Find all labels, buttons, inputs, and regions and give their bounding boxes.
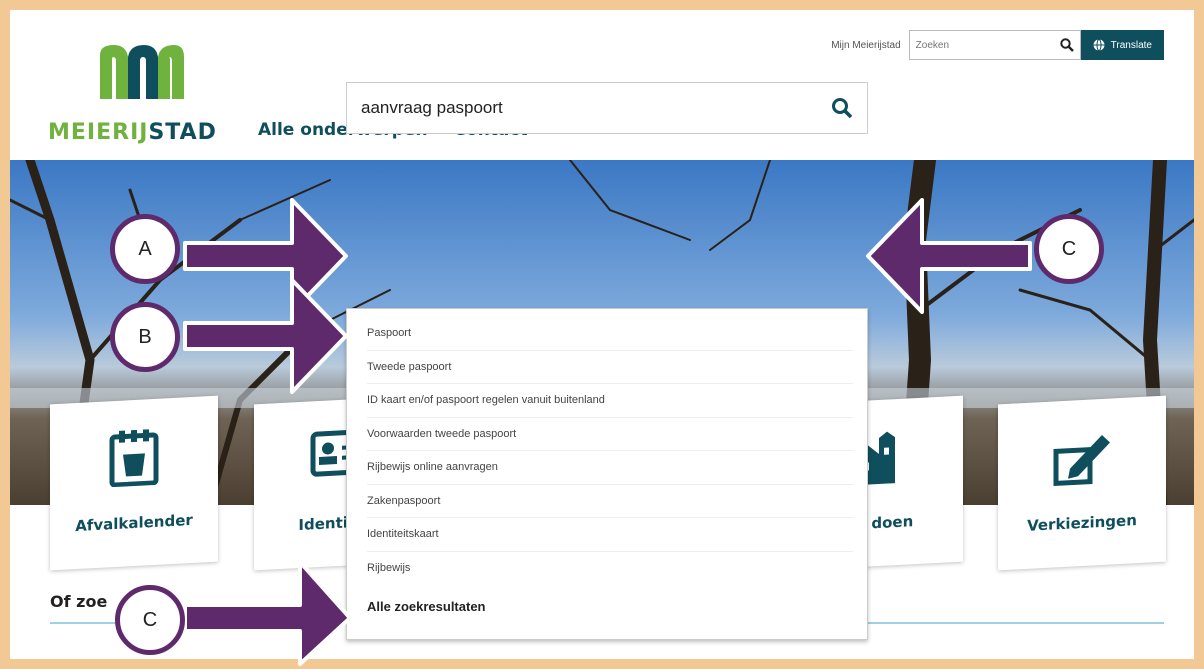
suggestion-item[interactable]: Rijbewijs online aanvragen: [367, 451, 853, 485]
suggestion-item[interactable]: Identiteitskaart: [367, 518, 853, 552]
globe-icon: [1093, 39, 1105, 51]
brand-part1: MEIERIJ: [48, 120, 149, 145]
suggestion-item[interactable]: Tweede paspoort: [367, 351, 853, 384]
suggestion-item[interactable]: Rijbewijs: [367, 552, 853, 586]
translate-label: Translate: [1110, 39, 1152, 51]
suggestion-item[interactable]: Zakenpaspoort: [367, 485, 853, 518]
suggestion-item[interactable]: Paspoort: [367, 317, 853, 351]
tile-afvalkalender[interactable]: Afvalkalender: [50, 395, 218, 571]
meierijstad-logo-icon[interactable]: [96, 41, 186, 101]
section-heading: Of zoe: [50, 592, 108, 611]
tile-label: Verkiezingen: [1027, 511, 1137, 535]
top-utility-bar: Mijn Meierijstad Translate: [831, 30, 1164, 60]
vote-pencil-icon: [1053, 434, 1110, 486]
search-icon[interactable]: [1059, 38, 1074, 52]
brand-wordmark[interactable]: MEIERIJSTAD: [48, 120, 217, 145]
hero-search-input[interactable]: [361, 98, 781, 118]
suggestion-item[interactable]: ID kaart en/of paspoort regelen vanuit b…: [367, 384, 853, 418]
search-suggestions-dropdown: Paspoort Tweede paspoort ID kaart en/of …: [346, 308, 868, 640]
hero-search-box: [346, 82, 868, 134]
translate-button[interactable]: Translate: [1080, 30, 1164, 60]
calendar-bin-icon: [109, 429, 159, 488]
suggestion-item[interactable]: Voorwaarden tweede paspoort: [367, 418, 853, 451]
mijn-meierijstad-link[interactable]: Mijn Meierijstad: [831, 40, 900, 51]
callout-c-top: C: [1034, 214, 1104, 284]
tile-verkiezingen[interactable]: Verkiezingen: [998, 395, 1166, 571]
tile-label: Afvalkalender: [75, 510, 193, 536]
all-search-results-link[interactable]: Alle zoekresultaten: [367, 599, 853, 614]
search-icon[interactable]: [831, 97, 853, 119]
brand-part2: STAD: [148, 120, 217, 145]
callout-a: A: [110, 214, 180, 284]
top-search-box: [908, 30, 1081, 60]
callout-c-bottom: C: [115, 585, 185, 655]
page-frame: MEIERIJSTAD Alle onderwerpen Contact Mij…: [10, 10, 1194, 659]
top-search-input[interactable]: [915, 39, 1046, 51]
callout-b: B: [110, 302, 180, 372]
